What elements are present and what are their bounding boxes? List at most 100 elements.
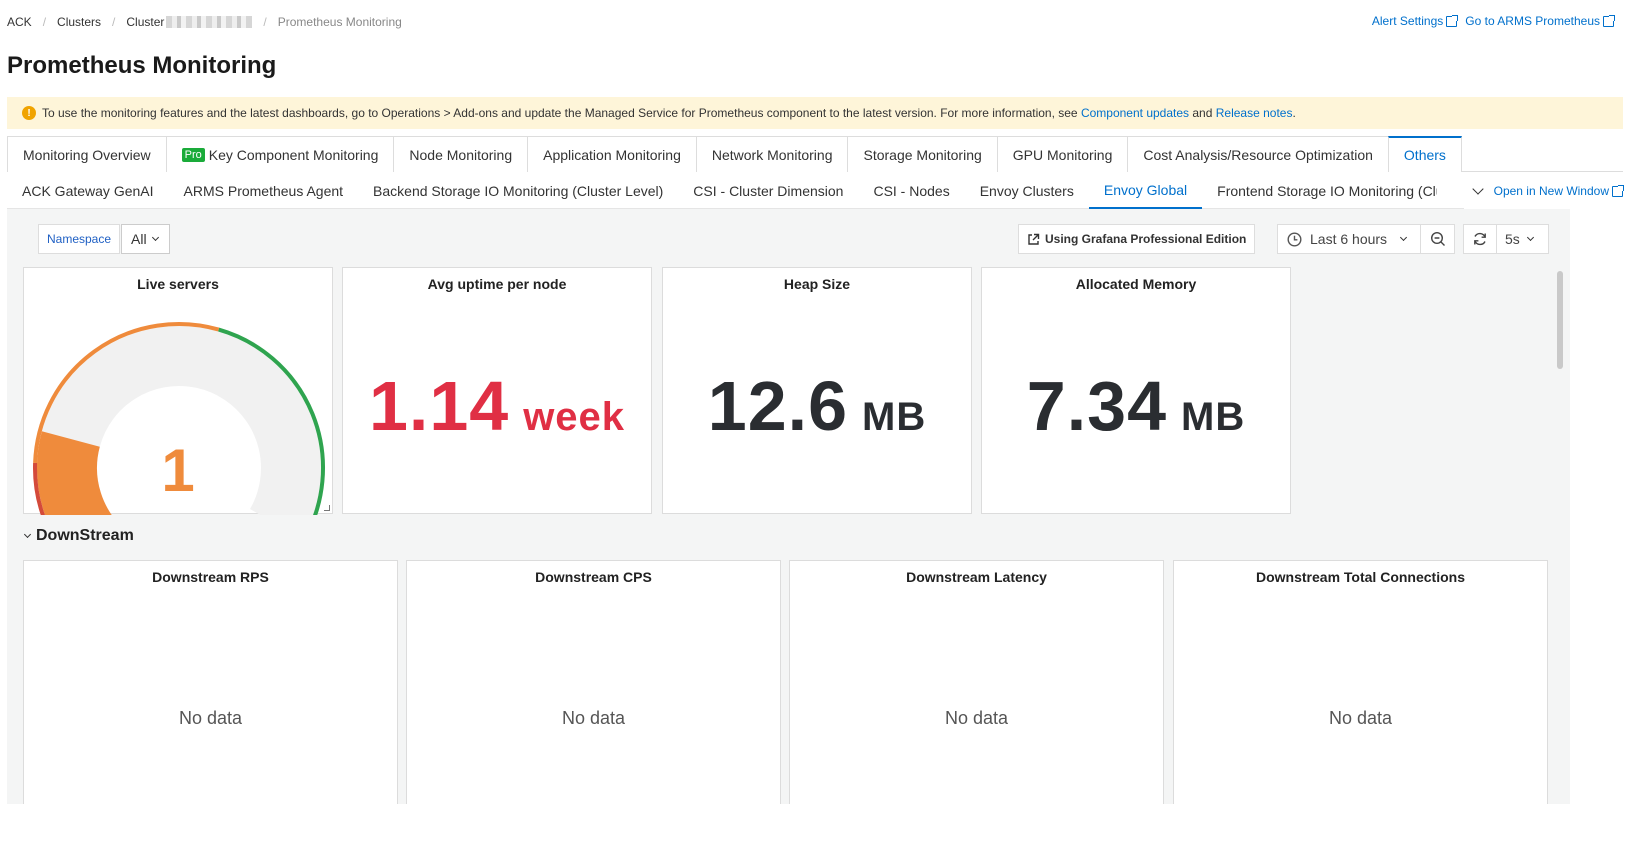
no-data-text: No data	[1328, 708, 1393, 728]
pro-badge: Pro	[181, 147, 205, 162]
subtab-arms-prometheus-agent[interactable]: ARMS Prometheus Agent	[169, 173, 359, 209]
subtab-ack-gateway-genai[interactable]: ACK Gateway GenAI	[7, 173, 169, 209]
page-title: Prometheus Monitoring	[7, 52, 277, 79]
panel-title: Downstream Latency	[906, 569, 1047, 585]
component-updates-link[interactable]: Component updates	[1081, 106, 1189, 120]
go-to-arms-link[interactable]: Go to ARMS Prometheus	[1465, 14, 1615, 28]
main-tabs: Monitoring Overview Pro Key Component Mo…	[7, 136, 1623, 172]
stat-unit: MB	[1181, 395, 1246, 439]
refresh-interval-value: 5s	[1505, 231, 1520, 247]
stat-value: 7.34 MB	[982, 366, 1290, 446]
clock-icon	[1287, 231, 1302, 247]
breadcrumb-separator: /	[263, 15, 267, 29]
panel-allocated-memory: Allocated Memory 7.34 MB	[981, 267, 1291, 514]
tab-gpu-monitoring[interactable]: GPU Monitoring	[996, 136, 1129, 172]
subtab-envoy-global[interactable]: Envoy Global	[1088, 173, 1203, 209]
panel-downstream-total-connections: Downstream Total Connections No data	[1173, 560, 1548, 804]
breadcrumb-ack[interactable]: ACK	[7, 15, 32, 29]
gauge-value: 1	[161, 437, 195, 504]
panel-title: Heap Size	[783, 276, 851, 292]
chevron-down-icon	[151, 233, 159, 242]
panel-heap-size: Heap Size 12.6 MB	[662, 267, 972, 514]
panel-title: Downstream Total Connections	[1256, 569, 1465, 585]
breadcrumb-separator: /	[42, 15, 47, 29]
stat-value: 1.14 week	[343, 366, 651, 446]
namespace-variable-label: Namespace	[38, 224, 121, 254]
no-data-text: No data	[178, 708, 243, 728]
chevron-down-icon[interactable]	[1471, 183, 1484, 195]
release-notes-link[interactable]: Release notes	[1216, 106, 1293, 120]
update-notice: ! To use the monitoring features and the…	[7, 97, 1623, 129]
breadcrumb-clusters[interactable]: Clusters	[57, 15, 101, 29]
external-link-icon	[1612, 184, 1624, 197]
row-downstream[interactable]: DownStream	[23, 527, 134, 545]
tab-monitoring-overview[interactable]: Monitoring Overview	[7, 136, 167, 172]
subtab-csi-cluster-dimension[interactable]: CSI - Cluster Dimension	[678, 173, 858, 209]
panel-avg-uptime: Avg uptime per node 1.14 week	[342, 267, 652, 514]
tab-others[interactable]: Others	[1387, 136, 1462, 172]
subtab-envoy-clusters[interactable]: Envoy Clusters	[965, 173, 1089, 209]
alert-settings-label: Alert Settings	[1371, 14, 1444, 28]
subtab-tools: Open in New Window	[1463, 173, 1624, 209]
external-link-icon	[1028, 233, 1040, 245]
tab-node-monitoring[interactable]: Node Monitoring	[393, 136, 529, 172]
warning-icon: !	[22, 106, 36, 120]
no-data-text: No data	[561, 708, 626, 728]
tab-storage-monitoring[interactable]: Storage Monitoring	[847, 136, 998, 172]
grafana-pro-button[interactable]: Using Grafana Professional Edition	[1018, 224, 1256, 254]
no-data-text: No data	[944, 708, 1009, 728]
chevron-down-icon	[23, 530, 32, 539]
panel-title: Downstream RPS	[152, 569, 269, 585]
subtab-frontend-storage-io[interactable]: Frontend Storage IO Monitoring (Clu	[1202, 173, 1437, 209]
external-link-icon	[1603, 14, 1615, 27]
stat-unit: week	[523, 395, 626, 439]
stat-number: 12.6	[707, 367, 849, 445]
top-bar: ACK / Clusters / Cluster / Prometheus Mo…	[0, 0, 1626, 44]
stat-number: 7.34	[1026, 367, 1168, 445]
refresh-icon	[1474, 232, 1486, 246]
stat-unit: MB	[862, 395, 927, 439]
panel-downstream-latency: Downstream Latency No data	[789, 560, 1164, 804]
zoom-out-icon	[1430, 231, 1445, 246]
redacted-cluster-name	[166, 16, 253, 28]
breadcrumb-separator: /	[112, 15, 116, 29]
top-links: Alert Settings Go to ARMS Prometheus	[1371, 14, 1615, 28]
external-link-icon	[1446, 14, 1459, 27]
dashboard-tabs: ACK Gateway GenAI ARMS Prometheus Agent …	[7, 173, 1624, 209]
time-range-value: Last 6 hours	[1310, 231, 1388, 247]
tab-network-monitoring[interactable]: Network Monitoring	[695, 136, 849, 172]
grafana-pro-label: Using Grafana Professional Edition	[1045, 232, 1247, 246]
breadcrumb: ACK / Clusters / Cluster / Prometheus Mo…	[7, 15, 402, 29]
panel-title: Downstream CPS	[535, 569, 652, 585]
notice-and: and	[1192, 106, 1213, 120]
open-new-window-link[interactable]: Open in New Window	[1493, 184, 1624, 198]
notice-text: To use the monitoring features and the l…	[42, 106, 1078, 120]
alert-settings-link[interactable]: Alert Settings	[1371, 14, 1459, 28]
chevron-down-icon	[1400, 233, 1408, 242]
panel-live-servers: Live servers 1	[23, 267, 333, 515]
breadcrumb-current: Prometheus Monitoring	[277, 15, 402, 29]
go-to-arms-label: Go to ARMS Prometheus	[1465, 14, 1600, 28]
row-title: DownStream	[36, 527, 134, 544]
resize-handle[interactable]	[324, 505, 330, 511]
namespace-value: All	[131, 231, 147, 247]
tab-key-component-monitoring[interactable]: Pro Key Component Monitoring	[165, 136, 395, 172]
tab-cost-analysis[interactable]: Cost Analysis/Resource Optimization	[1127, 136, 1389, 172]
stat-value: 12.6 MB	[663, 366, 971, 446]
zoom-out-button[interactable]	[1421, 224, 1455, 254]
tab-label: Key Component Monitoring	[208, 146, 379, 163]
open-new-window-label: Open in New Window	[1493, 184, 1609, 198]
panel-downstream-rps: Downstream RPS No data	[23, 560, 398, 804]
namespace-select[interactable]: All	[121, 224, 170, 254]
subtab-csi-nodes[interactable]: CSI - Nodes	[858, 173, 964, 209]
subtab-backend-storage-io[interactable]: Backend Storage IO Monitoring (Cluster L…	[358, 173, 678, 209]
notice-end: .	[1292, 106, 1296, 120]
refresh-interval-select[interactable]: 5s	[1497, 224, 1549, 254]
tab-application-monitoring[interactable]: Application Monitoring	[527, 136, 697, 172]
stat-number: 1.14	[368, 367, 510, 445]
breadcrumb-cluster[interactable]: Cluster	[126, 15, 164, 29]
time-range-picker[interactable]: Last 6 hours	[1277, 224, 1421, 254]
panel-title: Allocated Memory	[1075, 276, 1197, 292]
vertical-scrollbar[interactable]	[1557, 271, 1563, 369]
refresh-button[interactable]	[1463, 224, 1497, 254]
